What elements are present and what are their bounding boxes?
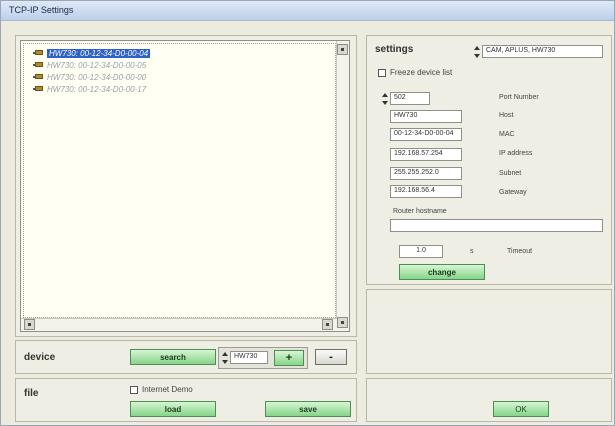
vertical-scrollbar[interactable]: [336, 41, 349, 331]
search-button[interactable]: search: [130, 349, 216, 365]
port-number-label: Port Number: [499, 94, 539, 101]
device-type-spinner-icon[interactable]: [474, 46, 480, 58]
scroll-left-button[interactable]: [24, 319, 35, 330]
port-spinner-icon[interactable]: [382, 93, 388, 105]
mac-label: MAC: [499, 131, 515, 138]
device-panel: device search HW730 + -: [15, 340, 357, 374]
scroll-right-button[interactable]: [322, 319, 333, 330]
ip-address-field[interactable]: 192.168.57.254: [390, 148, 462, 161]
network-device-icon: [33, 61, 43, 69]
subnet-field[interactable]: 255.255.252.0: [390, 167, 462, 180]
device-list-item-label: HW730: 00-12-34-D0-00-17: [47, 84, 147, 94]
device-list-item[interactable]: HW730: 00-12-34-D0-00-00: [33, 71, 146, 83]
freeze-device-list-label: Freeze device list: [390, 68, 453, 77]
host-field[interactable]: HW730: [390, 110, 462, 123]
settings-title: settings: [375, 44, 414, 55]
timeout-field[interactable]: 1.0: [399, 245, 443, 258]
device-list-panel: HW730: 00-12-34-D0-00-04 HW730: 00-12-34…: [15, 35, 357, 337]
timeout-unit: s: [470, 248, 474, 255]
device-type-field[interactable]: CAM, APLUS, HW730: [482, 45, 603, 58]
port-number-field[interactable]: 502: [390, 92, 430, 105]
tcp-ip-settings-window: TCP-IP Settings HW730: 00-12-34-D0-00-04…: [0, 0, 615, 426]
device-list-item[interactable]: HW730: 00-12-34-D0-00-05: [33, 59, 146, 71]
scroll-down-button[interactable]: [337, 317, 348, 328]
device-model-group: HW730 +: [218, 347, 308, 369]
scroll-up-button[interactable]: [337, 44, 348, 55]
add-device-button[interactable]: +: [274, 350, 304, 366]
gateway-field[interactable]: 192.168.56.4: [390, 185, 462, 198]
device-model-field[interactable]: HW730: [230, 351, 268, 364]
window-title: TCP-IP Settings: [1, 1, 614, 21]
internet-demo-checkbox[interactable]: [130, 386, 138, 394]
device-list-item-label: HW730: 00-12-34-D0-00-00: [47, 72, 147, 82]
subnet-label: Subnet: [499, 170, 522, 177]
device-list-item-label: HW730: 00-12-34-D0-00-04: [47, 48, 151, 58]
router-hostname-label: Router hostname: [393, 208, 447, 215]
device-section-label: device: [24, 352, 56, 363]
info-panel: [366, 289, 612, 374]
freeze-device-list-checkbox[interactable]: [378, 69, 386, 77]
network-device-icon: [33, 73, 43, 81]
internet-demo-label: Internet Demo: [142, 385, 193, 394]
device-tree[interactable]: HW730: 00-12-34-D0-00-04 HW730: 00-12-34…: [20, 40, 350, 332]
device-list-item[interactable]: HW730: 00-12-34-D0-00-04: [33, 47, 151, 59]
remove-device-button[interactable]: -: [315, 349, 347, 365]
ip-address-label: IP address: [499, 150, 533, 157]
horizontal-scrollbar[interactable]: [21, 318, 337, 331]
timeout-label: Timeout: [507, 248, 533, 255]
load-button[interactable]: load: [130, 401, 216, 417]
router-hostname-field[interactable]: [390, 219, 603, 232]
mac-field[interactable]: 00-12-34-D0-00-04: [390, 128, 462, 141]
network-device-icon: [33, 49, 43, 57]
file-panel: file Internet Demo load save: [15, 378, 357, 422]
file-section-label: file: [24, 388, 39, 399]
device-list-item-label: HW730: 00-12-34-D0-00-05: [47, 60, 147, 70]
gateway-label: Gateway: [499, 189, 527, 196]
network-device-icon: [33, 85, 43, 93]
change-button[interactable]: change: [399, 264, 485, 280]
save-button[interactable]: save: [265, 401, 351, 417]
settings-panel: settings CAM, APLUS, HW730 Freeze device…: [366, 35, 612, 285]
device-model-spinner-icon[interactable]: [222, 352, 228, 364]
ok-panel: OK: [366, 378, 612, 422]
host-label: Host: [499, 112, 514, 119]
device-list-item[interactable]: HW730: 00-12-34-D0-00-17: [33, 83, 146, 95]
ok-button[interactable]: OK: [493, 401, 549, 417]
